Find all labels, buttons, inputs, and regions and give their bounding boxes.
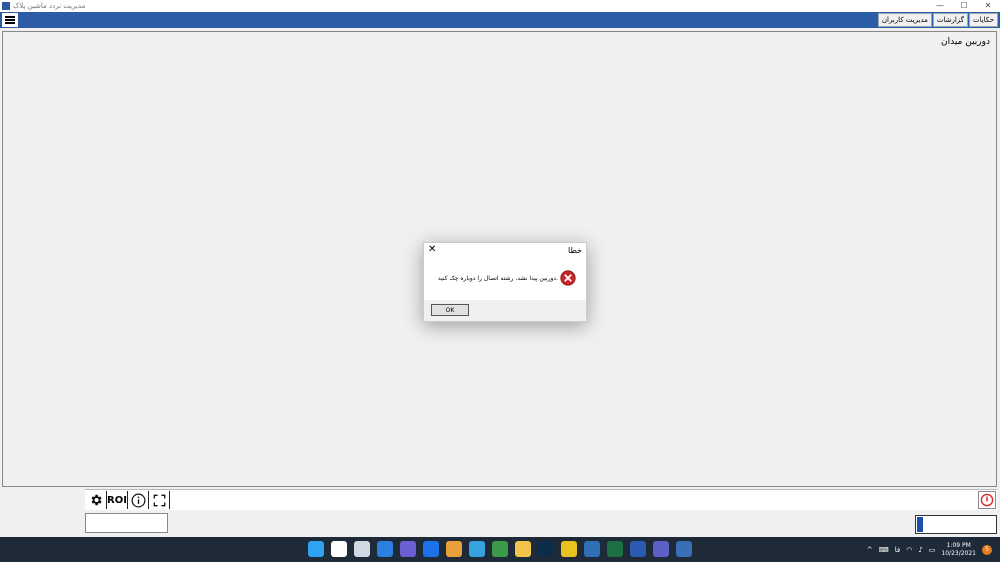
photoshop-icon[interactable] bbox=[538, 541, 554, 557]
tab-stories[interactable]: حکایات bbox=[969, 13, 998, 27]
window-title-bar: مدیریت تردد ماشین پلاک — ☐ ✕ bbox=[0, 0, 1000, 12]
browser-icon[interactable] bbox=[492, 541, 508, 557]
settings-button[interactable] bbox=[86, 491, 107, 509]
wifi-icon[interactable]: ◠ bbox=[906, 546, 912, 554]
excel-icon[interactable] bbox=[607, 541, 623, 557]
app-icon bbox=[2, 2, 10, 10]
dialog-close-button[interactable]: ✕ bbox=[428, 244, 436, 255]
plate-input-field[interactable] bbox=[915, 515, 997, 534]
volume-icon[interactable]: ♪ bbox=[918, 546, 922, 554]
battery-icon[interactable]: ▭ bbox=[929, 546, 936, 554]
teams-icon[interactable] bbox=[653, 541, 669, 557]
chrome-icon[interactable] bbox=[446, 541, 462, 557]
dialog-footer: OK bbox=[424, 300, 586, 321]
power-icon bbox=[980, 493, 994, 507]
menu-bar: مدیریت کاربران گزارشات حکایات bbox=[0, 12, 1000, 28]
info-icon bbox=[131, 493, 145, 507]
hamburger-menu-icon[interactable] bbox=[2, 13, 18, 27]
notification-badge[interactable]: 5 bbox=[982, 545, 992, 555]
camera-label: دوربین میدان bbox=[940, 37, 990, 47]
taskbar-icons bbox=[308, 541, 692, 557]
dialog-title: خطا bbox=[568, 246, 582, 255]
fullscreen-button[interactable] bbox=[149, 491, 170, 509]
bottom-controls bbox=[85, 510, 997, 536]
camera-toolbar: ROI bbox=[85, 489, 997, 510]
maximize-button[interactable]: ☐ bbox=[952, 0, 976, 12]
error-dialog: خطا ✕ دوربین پیدا نشد. رشته اتصال را دوب… bbox=[423, 242, 587, 322]
file-explorer-icon[interactable] bbox=[515, 541, 531, 557]
clock[interactable]: 1:09 PM 10/23/2021 bbox=[941, 542, 976, 558]
info-button[interactable] bbox=[128, 491, 149, 509]
close-button[interactable]: ✕ bbox=[976, 0, 1000, 12]
fullscreen-icon bbox=[153, 494, 165, 506]
ok-button[interactable]: OK bbox=[431, 304, 469, 316]
dialog-message: دوربین پیدا نشد. رشته اتصال را دوباره چک… bbox=[437, 275, 558, 282]
task-view-icon[interactable] bbox=[354, 541, 370, 557]
text-field-left[interactable] bbox=[85, 513, 168, 533]
clock-date: 10/23/2021 bbox=[941, 550, 976, 557]
windows-taskbar: ^ ⌨ فا ◠ ♪ ▭ 1:09 PM 10/23/2021 5 bbox=[0, 537, 1000, 562]
power-button[interactable] bbox=[978, 491, 996, 509]
language-indicator[interactable]: فا bbox=[895, 546, 900, 554]
plate-flag-icon bbox=[917, 517, 923, 532]
widgets-icon[interactable] bbox=[377, 541, 393, 557]
plate-app-icon[interactable] bbox=[676, 541, 692, 557]
roi-button[interactable]: ROI bbox=[107, 491, 128, 509]
tab-users[interactable]: مدیریت کاربران bbox=[877, 13, 932, 27]
menu-tabs: مدیریت کاربران گزارشات حکایات bbox=[877, 13, 998, 27]
window-title: مدیریت تردد ماشین پلاک bbox=[13, 2, 86, 10]
clock-time: 1:09 PM bbox=[946, 542, 971, 549]
gear-icon bbox=[91, 494, 102, 506]
windows-start-icon[interactable] bbox=[308, 541, 324, 557]
sticky-notes-icon[interactable] bbox=[561, 541, 577, 557]
error-icon bbox=[560, 270, 576, 290]
keyboard-icon[interactable]: ⌨ bbox=[879, 546, 889, 554]
word-icon[interactable] bbox=[630, 541, 646, 557]
search-icon[interactable] bbox=[331, 541, 347, 557]
system-tray: ^ ⌨ فا ◠ ♪ ▭ 1:09 PM 10/23/2021 5 bbox=[867, 540, 992, 560]
chat-icon[interactable] bbox=[400, 541, 416, 557]
app-icon[interactable] bbox=[584, 541, 600, 557]
mail-icon[interactable] bbox=[423, 541, 439, 557]
edge-icon[interactable] bbox=[469, 541, 485, 557]
tab-reports[interactable]: گزارشات bbox=[932, 13, 968, 27]
minimize-button[interactable]: — bbox=[928, 0, 952, 12]
chevron-up-icon[interactable]: ^ bbox=[867, 546, 873, 554]
